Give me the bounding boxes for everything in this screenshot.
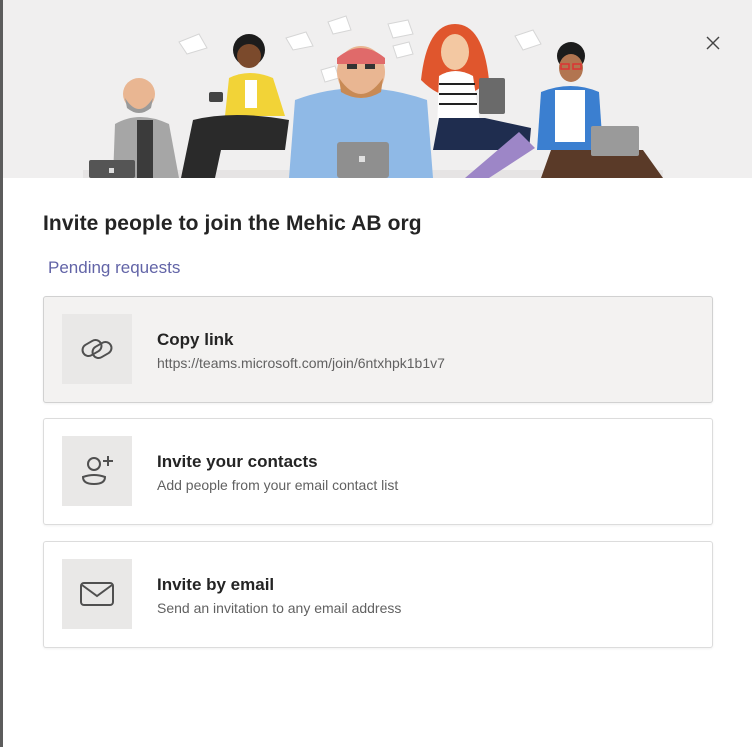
link-icon-tile [62, 314, 132, 384]
invite-link-url: https://teams.microsoft.com/join/6ntxhpk… [157, 355, 445, 371]
invite-contacts-option[interactable]: Invite your contacts Add people from you… [43, 418, 713, 525]
option-subtitle: Add people from your email contact list [157, 477, 399, 493]
option-title: Invite your contacts [157, 452, 318, 471]
copy-link-option[interactable]: Copy link https://teams.microsoft.com/jo… [43, 296, 713, 403]
add-person-icon [81, 456, 113, 486]
invite-email-option[interactable]: Invite by email Send an invitation to an… [43, 541, 713, 648]
close-icon [706, 36, 720, 50]
link-icon [81, 339, 113, 359]
option-subtitle: Send an invitation to any email address [157, 600, 402, 616]
option-title: Copy link [157, 330, 234, 349]
option-title: Invite by email [157, 575, 275, 594]
pending-requests-link[interactable]: Pending requests [48, 258, 180, 278]
close-button[interactable] [706, 36, 726, 56]
envelope-icon-tile [62, 559, 132, 629]
envelope-icon [80, 582, 114, 606]
dialog-title: Invite people to join the Mehic AB org [43, 212, 422, 235]
people-illustration [83, 15, 663, 178]
hero-illustration [3, 0, 752, 178]
add-person-icon-tile [62, 436, 132, 506]
invite-dialog: Invite people to join the Mehic AB org P… [3, 0, 752, 747]
